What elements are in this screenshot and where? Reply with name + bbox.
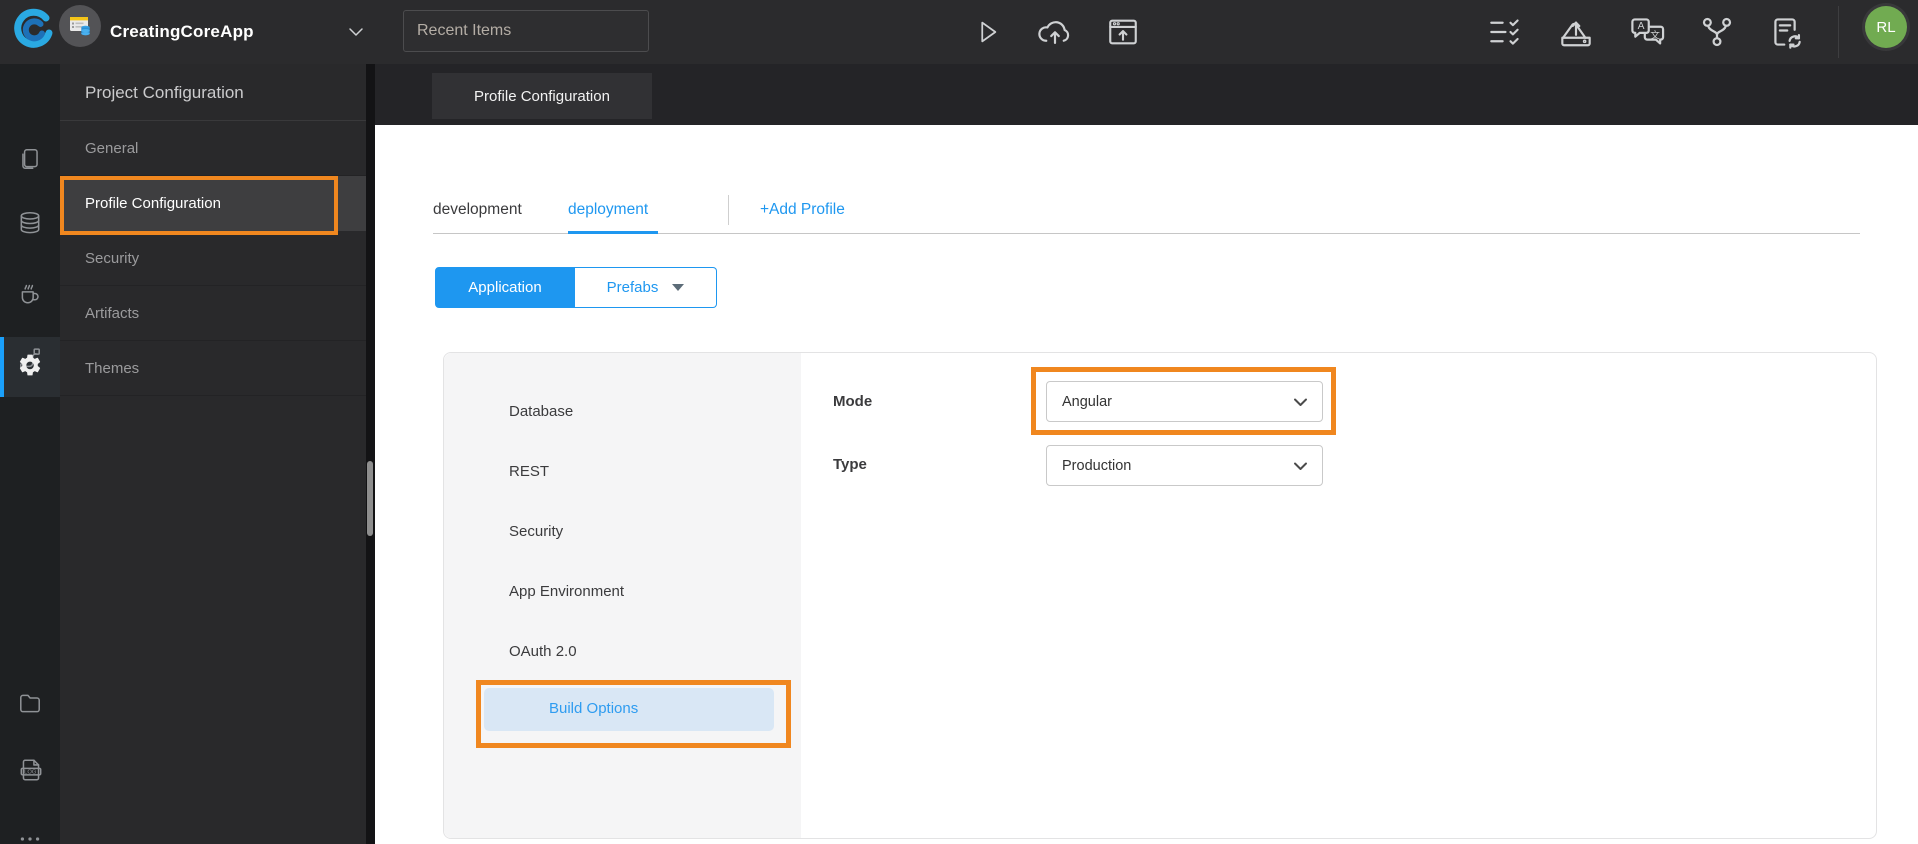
main-content: Profile Configuration development deploy… [375,64,1918,844]
more-icon[interactable] [17,826,43,844]
project-avatar[interactable] [59,5,101,47]
scope-toggle: Application Prefabs [435,267,717,308]
project-type-icon [70,17,90,36]
database-icon[interactable] [17,210,43,236]
top-bar: CreatingCoreApp Recent Items A 文 RL [0,0,1918,65]
tabs-divider [728,195,729,225]
project-name: CreatingCoreApp [110,22,254,41]
nav-item-security[interactable]: Security [509,520,563,544]
mode-select[interactable]: Angular [1046,381,1323,422]
nav-item-rest[interactable]: REST [509,460,549,484]
nav-item-app-environment[interactable]: App Environment [509,580,624,604]
chevron-down-icon [1294,398,1307,406]
wavemaker-logo-icon[interactable] [12,8,54,50]
svg-text:文: 文 [1650,30,1660,42]
pages-icon[interactable] [17,146,43,172]
file-explorer-icon[interactable] [17,690,43,716]
type-select[interactable]: Production [1046,445,1323,486]
user-initials: RL [1865,6,1907,48]
active-tab-underline [568,231,658,234]
svg-text:LOG: LOG [24,770,37,776]
sidebar-item-profile-configuration[interactable]: Profile Configuration [60,176,366,235]
svg-text:A: A [1638,21,1645,32]
java-services-icon[interactable] [17,279,45,307]
project-switcher-chevron-down-icon[interactable] [346,25,366,39]
version-control-icon[interactable] [1699,15,1735,49]
settings-nav: Database REST Security App Environment O… [444,353,801,838]
tab-deployment[interactable]: deployment [568,190,648,230]
sync-logs-icon[interactable] [1768,15,1805,49]
panel-title: Project Configuration [60,64,366,121]
sidebar-item-security[interactable]: Security [60,231,366,286]
panel-scrollbar-track [366,64,375,844]
studio-window: CreatingCoreApp Recent Items A 文 RL LOG … [0,0,1918,844]
chevron-down-icon [1294,462,1307,470]
build-options-card: Database REST Security App Environment O… [443,352,1877,839]
rail-active-indicator [0,337,4,397]
nav-item-oauth[interactable]: OAuth 2.0 [509,640,577,664]
toggle-application-button[interactable]: Application [435,267,575,308]
sidebar-item-artifacts[interactable]: Artifacts [60,286,366,341]
workspace-tab-bar: Profile Configuration [375,64,1918,125]
export-icon[interactable] [1558,15,1594,49]
project-configuration-panel: Project Configuration General Profile Co… [60,64,366,844]
localization-icon[interactable]: A 文 [1628,15,1666,49]
mode-label: Mode [833,393,873,410]
cloud-deploy-icon[interactable] [1036,16,1074,48]
nav-item-database[interactable]: Database [509,400,573,424]
run-icon[interactable] [971,17,1001,47]
user-avatar[interactable]: RL [1862,3,1910,51]
left-icon-rail: LOG [0,64,60,844]
add-profile-button[interactable]: +Add Profile [760,190,845,230]
type-label: Type [833,456,867,473]
preview-icon[interactable] [1106,16,1140,48]
tab-profile-configuration[interactable]: Profile Configuration [432,73,652,119]
checklist-icon[interactable] [1487,17,1524,47]
tab-development[interactable]: development [433,190,522,230]
toggle-prefabs-button[interactable]: Prefabs [575,267,717,308]
logs-icon[interactable]: LOG [17,756,45,784]
panel-scrollbar-thumb[interactable] [367,461,373,536]
recent-items-input[interactable] [403,10,649,52]
topbar-divider [1838,6,1839,58]
settings-icon[interactable] [17,352,43,378]
nav-item-build-options[interactable]: Build Options [484,688,774,731]
sidebar-item-general[interactable]: General [60,121,366,176]
prefabs-caret-down-icon [672,284,685,291]
sidebar-item-themes[interactable]: Themes [60,341,366,396]
